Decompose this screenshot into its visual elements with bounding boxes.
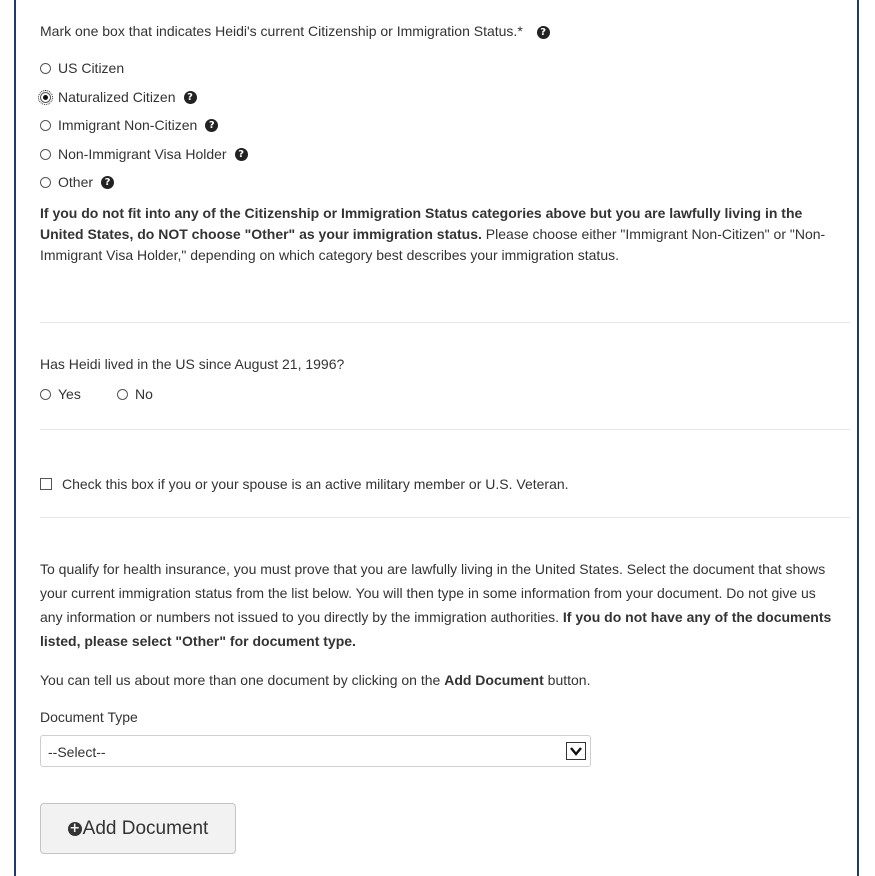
divider [40,517,850,518]
help-icon[interactable]: ? [101,175,115,189]
radio-button[interactable] [40,119,51,131]
radio-yes[interactable]: Yes [40,384,81,404]
radio-button[interactable] [40,62,51,74]
chevron-down-icon[interactable] [566,742,586,760]
document-type-label: Document Type [40,709,138,725]
radio-naturalized-citizen[interactable]: Naturalized Citizen ? [38,87,197,107]
radio-button[interactable] [40,388,51,400]
citizenship-note: If you do not fit into any of the Citize… [40,205,826,263]
help-icon[interactable]: ? [234,147,248,161]
citizenship-question: Mark one box that indicates Heidi's curr… [40,23,550,39]
divider [40,322,850,323]
radio-button[interactable] [117,388,128,400]
military-checkbox[interactable] [40,478,52,490]
help-icon[interactable]: ? [183,90,197,104]
divider [40,429,850,430]
form-panel: Mark one box that indicates Heidi's curr… [14,0,859,876]
documents-intro: To qualify for health insurance, you mus… [40,561,832,649]
document-type-select[interactable]: --Select-- [40,735,591,767]
radio-us-citizen[interactable]: US Citizen [40,58,124,78]
radio-button[interactable] [40,148,51,160]
residence-question: Has Heidi lived in the US since August 2… [40,356,345,372]
radio-non-immigrant-visa-holder[interactable]: Non-Immigrant Visa Holder ? [40,144,248,164]
question-help-icon[interactable]: ? [536,26,550,39]
military-checkbox-row[interactable]: Check this box if you or your spouse is … [40,474,569,494]
radio-other[interactable]: Other ? [40,172,115,192]
radio-no[interactable]: No [117,384,153,404]
radio-button[interactable] [40,176,51,188]
plus-circle-icon: + [67,820,82,836]
add-document-note: You can tell us about more than one docu… [40,672,591,688]
add-document-button[interactable]: + Add Document [40,803,236,854]
radio-button-selected[interactable] [38,89,53,105]
help-icon[interactable]: ? [205,118,219,132]
select-value: --Select-- [48,744,106,760]
radio-immigrant-non-citizen[interactable]: Immigrant Non-Citizen ? [40,115,219,135]
